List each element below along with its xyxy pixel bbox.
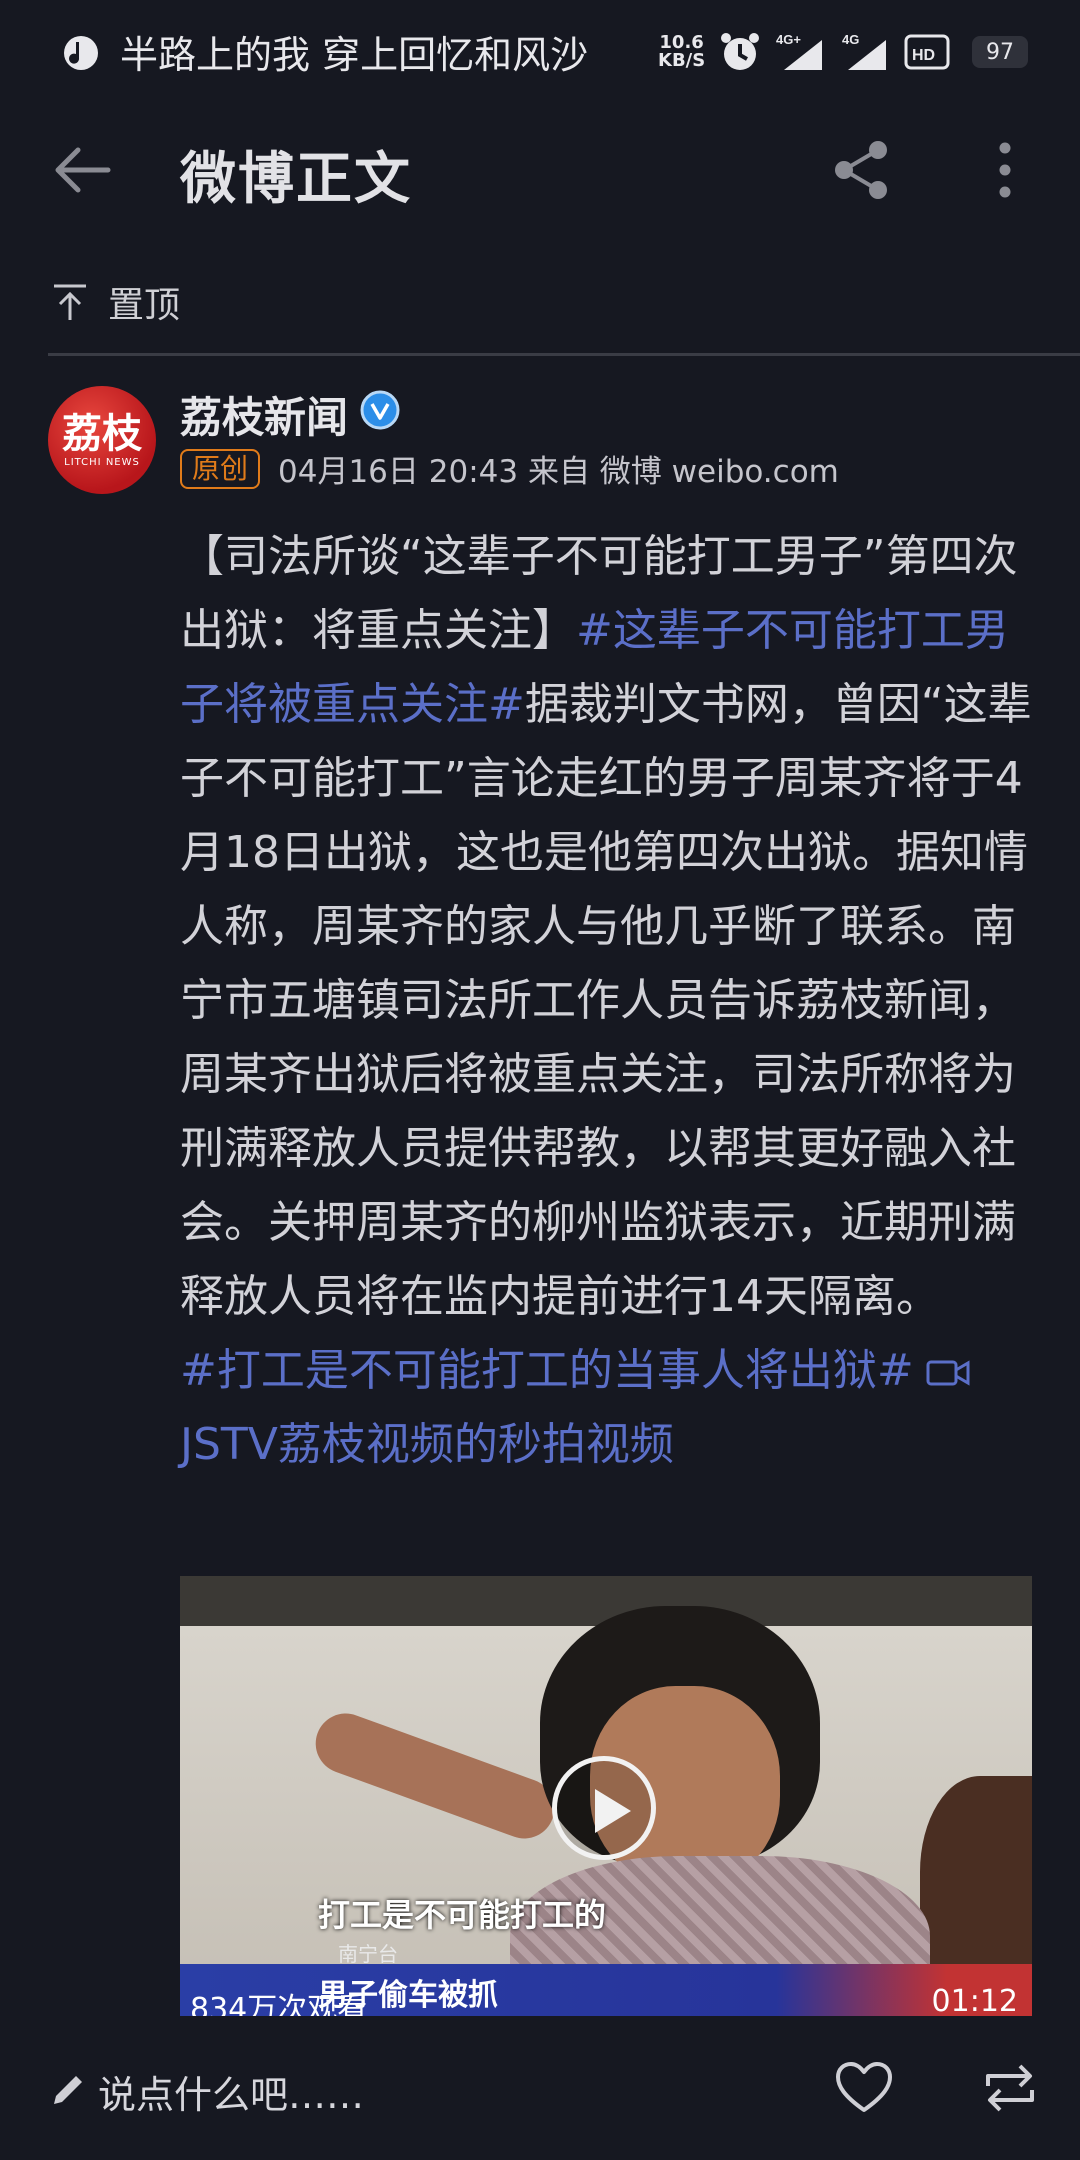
divider xyxy=(48,353,1080,356)
play-button[interactable] xyxy=(552,1756,656,1860)
repost-button[interactable] xyxy=(980,2060,1040,2116)
verified-icon xyxy=(360,390,400,430)
author-name[interactable]: 荔枝新闻 xyxy=(180,384,348,445)
bottom-action-bar: 说点什么吧…… xyxy=(0,2016,1080,2160)
video-view-count: 834万次观看 xyxy=(190,1992,368,2016)
network-speed-unit: KB/S xyxy=(658,50,706,71)
music-icon xyxy=(64,36,98,70)
svg-text:HD: HD xyxy=(912,47,935,64)
post-time-source: 04月16日 20:43 来自 微博 weibo.com xyxy=(278,454,839,490)
pinned-indicator: 置顶 xyxy=(48,270,180,334)
battery-icon: 97 xyxy=(972,36,1028,68)
pin-top-icon xyxy=(54,284,86,320)
avatar[interactable]: 荔枝 LITCHI NEWS xyxy=(48,386,156,494)
like-button[interactable] xyxy=(834,2060,894,2116)
alarm-icon xyxy=(721,33,759,70)
video-player[interactable]: 打工是不可能打工的 南宁台 男子偷车被抓 834万次观看 01:12 xyxy=(180,1576,1032,2016)
more-options-button[interactable] xyxy=(990,138,1020,202)
svg-text:4G+: 4G+ xyxy=(776,32,801,47)
avatar-logo-subtext: LITCHI NEWS xyxy=(64,456,140,468)
status-bar: 半路上的我 穿上回忆和风沙 10.6 KB/S 4G+ 4G HD 97 xyxy=(0,0,1080,110)
signal-4g-plus-icon: 4G+ xyxy=(776,32,822,70)
pin-label: 置顶 xyxy=(108,285,181,326)
page-title: 微博正文 xyxy=(180,147,412,212)
post-meta: 原创 04月16日 20:43 来自 微博 weibo.com xyxy=(180,446,839,491)
now-playing-song: 半路上的我 穿上回忆和风沙 xyxy=(120,33,589,77)
original-badge: 原创 xyxy=(180,448,261,489)
hashtag-link[interactable]: #打工是不可能打工的当事人将出狱# xyxy=(180,1345,914,1396)
video-camera-icon[interactable] xyxy=(926,1358,970,1388)
network-speed: 10.6 KB/S xyxy=(658,34,705,70)
pencil-icon xyxy=(54,2076,82,2104)
svg-text:4G: 4G xyxy=(842,32,859,47)
signal-4g-icon: 4G xyxy=(842,32,886,70)
video-background-bars xyxy=(180,1576,1032,1626)
app-header: 微博正文 xyxy=(0,110,1080,230)
avatar-logo-text: 荔枝 xyxy=(62,409,142,457)
video-station-label: 南宁台 xyxy=(338,1942,398,1966)
back-button[interactable] xyxy=(52,144,112,196)
hd-call-icon: HD xyxy=(904,34,950,70)
video-subtitle: 打工是不可能打工的 xyxy=(318,1896,607,1934)
post-text-segment: 据裁判文书网，曾因“这辈子不可能打工”言论走红的男子周某齐将于4月18日出狱，这… xyxy=(180,679,1032,1322)
comment-input[interactable]: 说点什么吧…… xyxy=(98,2064,364,2119)
video-duration: 01:12 xyxy=(931,1984,1018,2016)
share-button[interactable] xyxy=(830,138,894,202)
post-content: 【司法所谈“这辈子不可能打工男子”第四次出狱：将重点关注】#这辈子不可能打工男子… xyxy=(180,520,1040,1482)
video-link[interactable]: JSTV荔枝视频的秒拍视频 xyxy=(180,1419,674,1470)
